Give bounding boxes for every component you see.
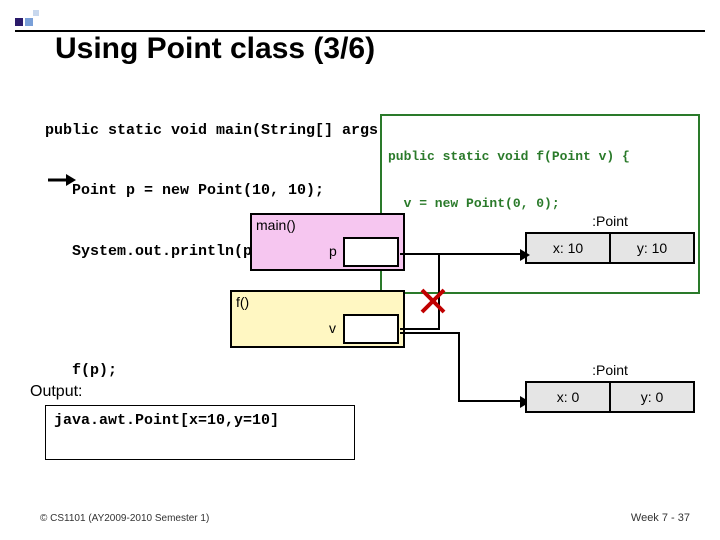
variable-p-box: p bbox=[343, 237, 399, 267]
callout-line-2: v = new Point(0, 0); bbox=[388, 196, 692, 212]
point2-y: y: 0 bbox=[609, 383, 693, 411]
footer-right: Week 7 - 37 bbox=[631, 512, 690, 524]
pointer-v-old-h bbox=[400, 328, 440, 330]
point2-header: :Point bbox=[525, 362, 695, 381]
corner-decoration bbox=[15, 18, 55, 26]
point2-fields: x: 0 y: 0 bbox=[525, 381, 695, 413]
arrow-icon bbox=[48, 174, 76, 186]
pointer-v-new-h2 bbox=[458, 400, 525, 402]
point-object-2: :Point x: 0 y: 0 bbox=[525, 362, 695, 413]
pointer-v-new-h1 bbox=[400, 332, 460, 334]
variable-p-label: p bbox=[329, 243, 337, 259]
point1-y: y: 10 bbox=[609, 234, 693, 262]
point1-fields: x: 10 y: 10 bbox=[525, 232, 695, 264]
arrowhead-icon bbox=[520, 248, 530, 266]
point1-header: :Point bbox=[525, 213, 695, 232]
point2-x: x: 0 bbox=[527, 383, 609, 411]
output-box: java.awt.Point[x=10,y=10] bbox=[45, 405, 355, 460]
point1-x: x: 10 bbox=[527, 234, 609, 262]
callout-line-1: public static void f(Point v) { bbox=[388, 149, 692, 165]
variable-v-box: v bbox=[343, 314, 399, 344]
stack-frame-main: main() p bbox=[250, 213, 405, 271]
cross-out-icon bbox=[420, 288, 446, 314]
point-object-1: :Point x: 10 y: 10 bbox=[525, 213, 695, 264]
output-label: Output: bbox=[30, 383, 82, 401]
frame-main-label: main() bbox=[256, 217, 296, 233]
pointer-v-new-v bbox=[458, 332, 460, 402]
output-text: java.awt.Point[x=10,y=10] bbox=[54, 412, 279, 429]
code-line-4: f(p); bbox=[45, 361, 405, 381]
code-callout-f: public static void f(Point v) { v = new … bbox=[380, 114, 700, 294]
slide: Using Point class (3/6) public static vo… bbox=[0, 0, 720, 540]
frame-f-label: f() bbox=[236, 294, 249, 310]
code-line-2: Point p = new Point(10, 10); bbox=[45, 181, 405, 201]
footer-left: © CS1101 (AY2009-2010 Semester 1) bbox=[40, 513, 209, 524]
slide-title: Using Point class (3/6) bbox=[55, 32, 375, 66]
pointer-p-to-point1 bbox=[400, 253, 525, 255]
stack-frame-f: f() v bbox=[230, 290, 405, 348]
code-line-1: public static void main(String[] args) { bbox=[45, 121, 405, 141]
variable-v-label: v bbox=[329, 320, 336, 336]
